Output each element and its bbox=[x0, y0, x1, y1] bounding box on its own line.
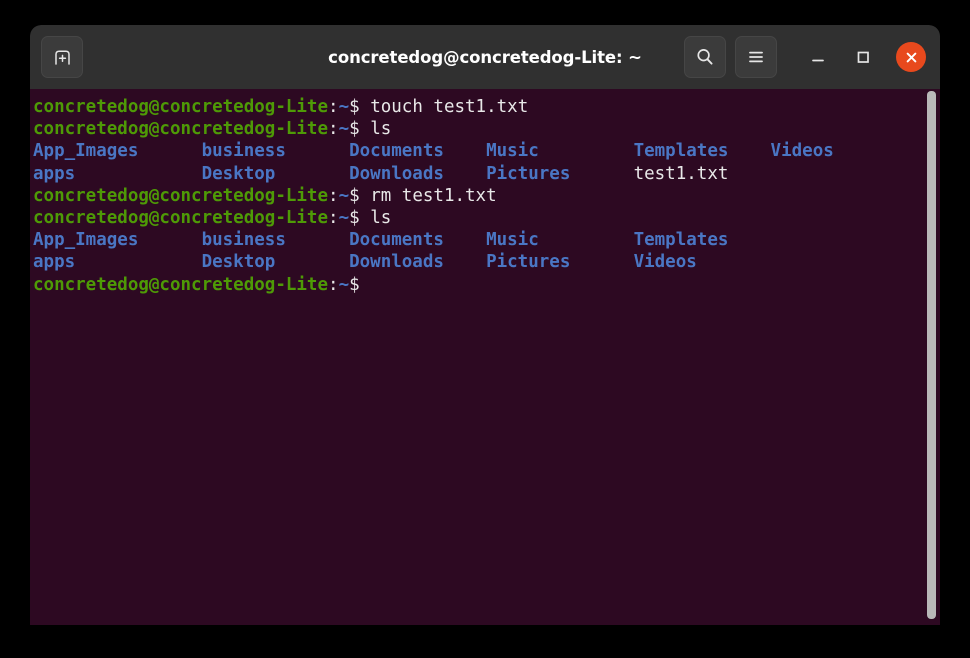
terminal-prompt-line: concretedog@concretedog-Lite:~$ touch te… bbox=[33, 96, 940, 118]
file-entry: test1.txt bbox=[633, 163, 729, 184]
directory-entry: Pictures bbox=[486, 163, 634, 184]
directory-entry: Downloads bbox=[349, 163, 487, 184]
terminal-command: rm test1.txt bbox=[359, 185, 497, 206]
maximize-icon bbox=[857, 51, 869, 63]
directory-entry: Templates bbox=[633, 141, 771, 162]
titlebar-controls bbox=[684, 36, 928, 78]
terminal-window: concretedog@concretedog-Lite: ~ concrete… bbox=[30, 25, 940, 625]
directory-entry: Downloads bbox=[349, 252, 487, 273]
directory-entry: Templates bbox=[633, 230, 729, 251]
prompt-sigil: $ bbox=[349, 185, 360, 206]
prompt-sigil: $ bbox=[349, 97, 360, 117]
terminal-prompt-line: concretedog@concretedog-Lite:~$ ls bbox=[33, 118, 940, 140]
menu-button[interactable] bbox=[735, 36, 777, 78]
directory-entry: Documents bbox=[349, 230, 487, 251]
prompt-user-host: concretedog@concretedog-Lite bbox=[33, 274, 329, 295]
prompt-user-host: concretedog@concretedog-Lite bbox=[33, 185, 329, 206]
directory-entry: Documents bbox=[349, 141, 487, 162]
prompt-colon: : bbox=[328, 185, 339, 206]
prompt-user-host: concretedog@concretedog-Lite bbox=[33, 119, 329, 140]
prompt-colon: : bbox=[328, 274, 339, 295]
directory-entry: Desktop bbox=[201, 252, 350, 273]
prompt-path: ~ bbox=[338, 274, 350, 295]
new-tab-button[interactable] bbox=[41, 36, 83, 78]
directory-entry: business bbox=[201, 141, 350, 162]
terminal-output: concretedog@concretedog-Lite:~$ touch te… bbox=[30, 96, 940, 296]
directory-entry: App_Images bbox=[33, 141, 202, 162]
prompt-user-host: concretedog@concretedog-Lite bbox=[33, 97, 329, 117]
directory-entry: Desktop bbox=[201, 163, 350, 184]
prompt-path: ~ bbox=[338, 119, 350, 140]
prompt-user-host: concretedog@concretedog-Lite bbox=[33, 207, 329, 228]
prompt-colon: : bbox=[328, 207, 339, 228]
terminal-prompt-line: concretedog@concretedog-Lite:~$ bbox=[33, 274, 940, 296]
close-button[interactable] bbox=[896, 42, 926, 72]
directory-entry: Videos bbox=[633, 252, 697, 273]
directory-entry: apps bbox=[33, 252, 202, 273]
terminal-command: ls bbox=[359, 119, 392, 140]
minimize-icon bbox=[812, 59, 824, 62]
terminal-prompt-line: concretedog@concretedog-Lite:~$ ls bbox=[33, 207, 940, 229]
new-tab-icon bbox=[54, 49, 70, 65]
directory-entry: Videos bbox=[770, 141, 834, 162]
window-titlebar[interactable]: concretedog@concretedog-Lite: ~ bbox=[30, 25, 940, 89]
maximize-button[interactable] bbox=[845, 39, 881, 75]
terminal-output-line: App_Images business Documents Music Temp… bbox=[33, 229, 940, 251]
prompt-colon: : bbox=[328, 97, 339, 117]
prompt-colon: : bbox=[328, 119, 339, 140]
desktop-background: concretedog@concretedog-Lite: ~ concrete… bbox=[0, 0, 970, 658]
terminal-content-area[interactable]: concretedog@concretedog-Lite:~$ touch te… bbox=[30, 89, 940, 625]
search-icon bbox=[697, 49, 713, 65]
prompt-path: ~ bbox=[338, 97, 350, 117]
directory-entry: Music bbox=[486, 141, 634, 162]
directory-entry: Music bbox=[486, 230, 634, 251]
directory-entry: apps bbox=[33, 163, 202, 184]
terminal-scrollbar-track[interactable] bbox=[923, 89, 940, 625]
directory-entry: business bbox=[201, 230, 350, 251]
prompt-sigil: $ bbox=[349, 119, 360, 140]
terminal-output-line: apps Desktop Downloads Pictures Videos bbox=[33, 251, 940, 273]
search-button[interactable] bbox=[684, 36, 726, 78]
terminal-output-line: App_Images business Documents Music Temp… bbox=[33, 140, 940, 162]
terminal-command: touch test1.txt bbox=[359, 97, 529, 117]
minimize-button[interactable] bbox=[800, 39, 836, 75]
directory-entry: Pictures bbox=[486, 252, 634, 273]
prompt-sigil: $ bbox=[349, 207, 360, 228]
prompt-sigil: $ bbox=[349, 274, 360, 295]
close-icon bbox=[906, 52, 916, 62]
terminal-command: ls bbox=[359, 207, 392, 228]
terminal-output-line: apps Desktop Downloads Pictures test1.tx… bbox=[33, 163, 940, 185]
prompt-path: ~ bbox=[338, 185, 350, 206]
directory-entry: App_Images bbox=[33, 230, 202, 251]
terminal-scrollbar-thumb[interactable] bbox=[927, 91, 936, 619]
terminal-prompt-line: concretedog@concretedog-Lite:~$ rm test1… bbox=[33, 185, 940, 207]
hamburger-menu-icon bbox=[749, 51, 763, 63]
prompt-path: ~ bbox=[338, 207, 350, 228]
